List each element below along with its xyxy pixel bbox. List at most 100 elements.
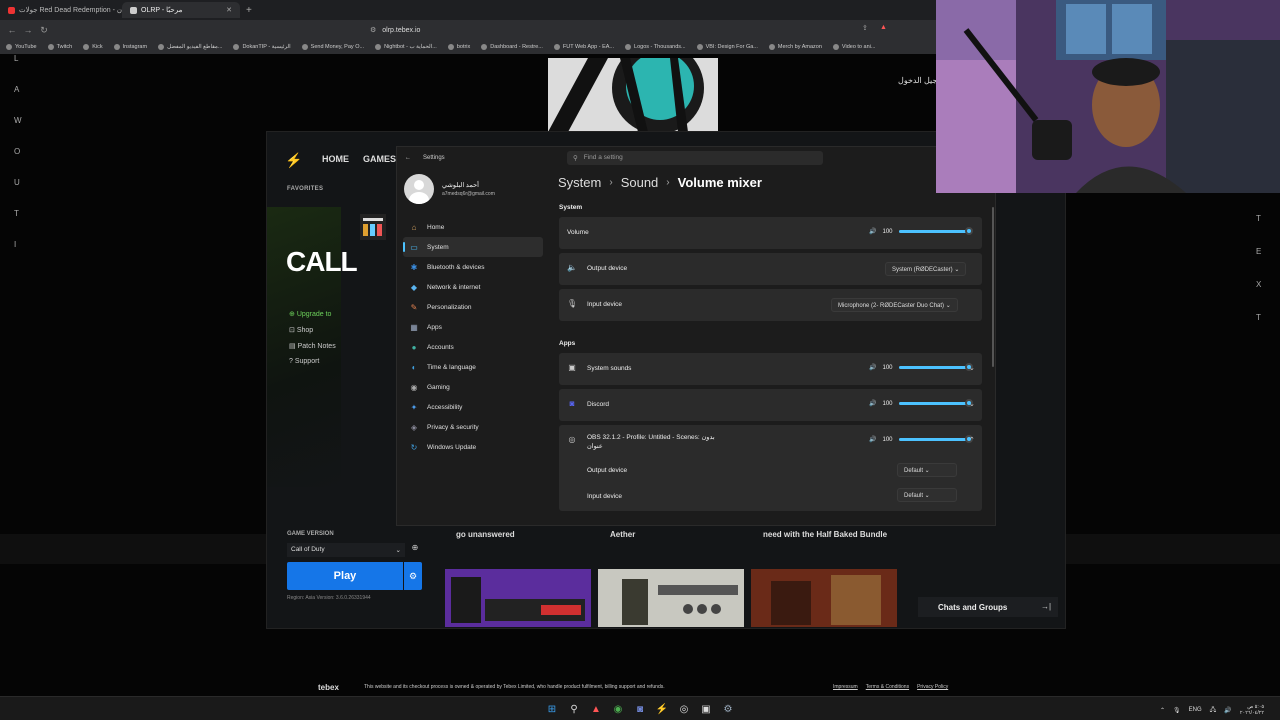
system-tray: ⌃ 🎙 ENG 🖧 🔊 ٥:٠٥ ص ٢٠٢٦/٠٤/٢٢ xyxy=(1160,704,1264,716)
game-settings-icon[interactable]: ⚙ xyxy=(404,562,422,590)
discord-icon[interactable]: ◙ xyxy=(632,701,648,717)
bookmark-item[interactable]: Send Money, Pay O... xyxy=(301,44,364,50)
speaker-icon[interactable]: 🔊 xyxy=(869,364,876,371)
input-device-dropdown[interactable]: Microphone (2- RØDECaster Duo Chat) ⌄ xyxy=(831,298,958,312)
browser-tab-olrp[interactable]: OLRP - مرحبًا ✕ xyxy=(122,2,240,18)
share-icon[interactable]: ⇪ xyxy=(862,24,868,32)
clock[interactable]: ٥:٠٥ ص ٢٠٢٦/٠٤/٢٢ xyxy=(1240,704,1264,716)
bookmark-item[interactable]: Kick xyxy=(83,44,103,50)
globe-icon[interactable]: ⊕ xyxy=(409,543,421,557)
bookmark-item[interactable]: DokanTIP - الرئيسية xyxy=(233,44,291,50)
nav-games[interactable]: GAMES xyxy=(363,154,396,164)
news-title-2[interactable]: Aether xyxy=(610,530,750,539)
nav-item-network-internet[interactable]: ◆ Network & internet xyxy=(403,277,543,297)
news-image-2[interactable] xyxy=(598,569,744,627)
privacy-link[interactable]: Privacy Policy xyxy=(917,684,948,690)
app-thumbnail[interactable] xyxy=(360,214,386,240)
nav-item-home[interactable]: ⌂ Home xyxy=(403,217,543,237)
language-indicator[interactable]: ENG xyxy=(1189,707,1202,713)
settings-search-input[interactable]: ⚲ Find a setting xyxy=(567,151,823,165)
bookmark-item[interactable]: Nightbot - الحماية ب... xyxy=(375,44,437,50)
battlenet-logo-icon[interactable]: ⚡ xyxy=(285,152,302,169)
obs-icon[interactable]: ◎ xyxy=(676,701,692,717)
volume-icon[interactable]: 🔊 xyxy=(1224,707,1231,714)
url-field[interactable]: ⚙ olrp.tebex.io xyxy=(370,23,910,37)
terms-link[interactable]: Terms & Conditions xyxy=(866,684,909,690)
nav-home[interactable]: HOME xyxy=(322,154,349,164)
news-image-3[interactable] xyxy=(751,569,897,627)
back-icon[interactable]: ← xyxy=(4,25,20,35)
news-image-1[interactable] xyxy=(445,569,591,627)
nav-item-privacy-security[interactable]: ◈ Privacy & security xyxy=(403,417,543,437)
user-profile[interactable]: أحمد البلوشي a7medsq6r@gmail.com xyxy=(404,174,495,204)
nav-item-personalization[interactable]: ✎ Personalization xyxy=(403,297,543,317)
brave-icon[interactable]: ▲ xyxy=(588,701,604,717)
forward-icon[interactable]: → xyxy=(20,25,36,35)
bookmark-item[interactable]: YouTube xyxy=(6,44,37,50)
settings-gear-icon[interactable]: ⚙ xyxy=(720,701,736,717)
bookmark-item[interactable]: botrix xyxy=(447,44,470,50)
patch-notes-link[interactable]: ▤ Patch Notes xyxy=(289,342,336,350)
bookmark-item[interactable]: Instagram xyxy=(113,44,147,50)
battlenet-icon[interactable]: ⚡ xyxy=(654,701,670,717)
capcut-icon[interactable]: ▣ xyxy=(698,701,714,717)
nav-item-accounts[interactable]: ● Accounts xyxy=(403,337,543,357)
app-volume-slider[interactable] xyxy=(898,363,973,371)
reload-icon[interactable]: ↻ xyxy=(36,25,52,36)
nav-item-time-language[interactable]: ◐ Time & language xyxy=(403,357,543,377)
nav-item-gaming[interactable]: ◉ Gaming xyxy=(403,377,543,397)
bookmark-item[interactable]: Dashboard - Restre... xyxy=(481,44,543,50)
game-version-select[interactable]: Call of Duty ⌄ xyxy=(287,543,405,557)
close-tab-icon[interactable]: ✕ xyxy=(226,6,232,14)
news-title-3[interactable]: need with the Half Baked Bundle xyxy=(763,530,903,539)
upgrade-link[interactable]: ⊕ Upgrade to xyxy=(289,310,336,318)
speaker-icon[interactable]: 🔊 xyxy=(869,436,876,443)
nav-item-system[interactable]: ▭ System xyxy=(403,237,543,257)
crumb-system[interactable]: System xyxy=(558,175,601,190)
nav-item-windows-update[interactable]: ↻ Windows Update xyxy=(403,437,543,457)
news-title-1[interactable]: go unanswered xyxy=(456,530,596,539)
shop-link[interactable]: ⊡ Shop xyxy=(289,326,336,334)
app-volume-slider[interactable] xyxy=(898,399,973,407)
microphone-icon[interactable]: 🎙 xyxy=(1173,707,1181,714)
crumb-sound[interactable]: Sound xyxy=(621,175,659,190)
bookmark-item[interactable]: VBI: Design For Ga... xyxy=(696,44,758,50)
brave-shield-icon[interactable]: ▲ xyxy=(880,24,887,31)
impressum-link[interactable]: Impressum xyxy=(833,684,858,690)
obs-output-dropdown[interactable]: Default ⌄ xyxy=(897,463,957,477)
back-arrow-icon[interactable]: ← xyxy=(405,155,411,161)
network-icon[interactable]: 🖧 xyxy=(1210,705,1217,715)
bookmark-item[interactable]: Logos - Thousands... xyxy=(625,44,686,50)
site-info-icon[interactable]: ⚙ xyxy=(370,26,376,34)
favorites-label[interactable]: FAVORITES xyxy=(287,186,323,192)
tray-chevron-icon[interactable]: ⌃ xyxy=(1160,707,1165,714)
search-icon[interactable]: ⚲ xyxy=(566,701,582,717)
play-button[interactable]: Play xyxy=(287,562,403,590)
bookmark-item[interactable]: Video to ani... xyxy=(832,44,875,50)
nav-item-apps[interactable]: ▦ Apps xyxy=(403,317,543,337)
bookmark-item[interactable]: Merch by Amazon xyxy=(768,44,822,50)
bookmark-item[interactable]: FUT Web App - EA... xyxy=(553,44,614,50)
nav-item-bluetooth-devices[interactable]: ✱ Bluetooth & devices xyxy=(403,257,543,277)
chevron-up-icon[interactable]: ⌃ xyxy=(969,436,975,444)
chevron-down-icon[interactable]: ⌄ xyxy=(969,364,975,372)
chevron-down-icon[interactable]: ⌄ xyxy=(969,400,975,408)
expand-chats-icon[interactable]: →| xyxy=(1041,602,1051,611)
support-link[interactable]: ? Support xyxy=(289,358,336,365)
app-volume-slider[interactable] xyxy=(898,435,973,443)
master-volume-slider[interactable] xyxy=(898,227,973,235)
chats-and-groups[interactable]: Chats and Groups xyxy=(918,597,1058,617)
browser-tab-red-dead[interactable]: جولات Red Dead Redemption - وحصان... xyxy=(0,2,122,18)
output-device-dropdown[interactable]: System (RØDECaster) ⌄ xyxy=(885,262,967,276)
bookmark-item[interactable]: مقاطع الفيديو المفضل... xyxy=(158,44,222,50)
new-tab-button[interactable]: + xyxy=(246,5,252,16)
obs-input-dropdown[interactable]: Default ⌄ xyxy=(897,488,957,502)
chrome-icon[interactable]: ◉ xyxy=(610,701,626,717)
settings-scrollbar[interactable] xyxy=(992,207,994,367)
bookmark-item[interactable]: Twitch xyxy=(47,44,72,50)
tebex-logo[interactable]: tebex xyxy=(318,683,339,692)
nav-item-accessibility[interactable]: ✦ Accessibility xyxy=(403,397,543,417)
speaker-icon[interactable]: 🔊 xyxy=(869,400,876,407)
windows-start-icon[interactable]: ⊞ xyxy=(544,701,560,717)
speaker-icon[interactable]: 🔊 xyxy=(869,228,876,235)
